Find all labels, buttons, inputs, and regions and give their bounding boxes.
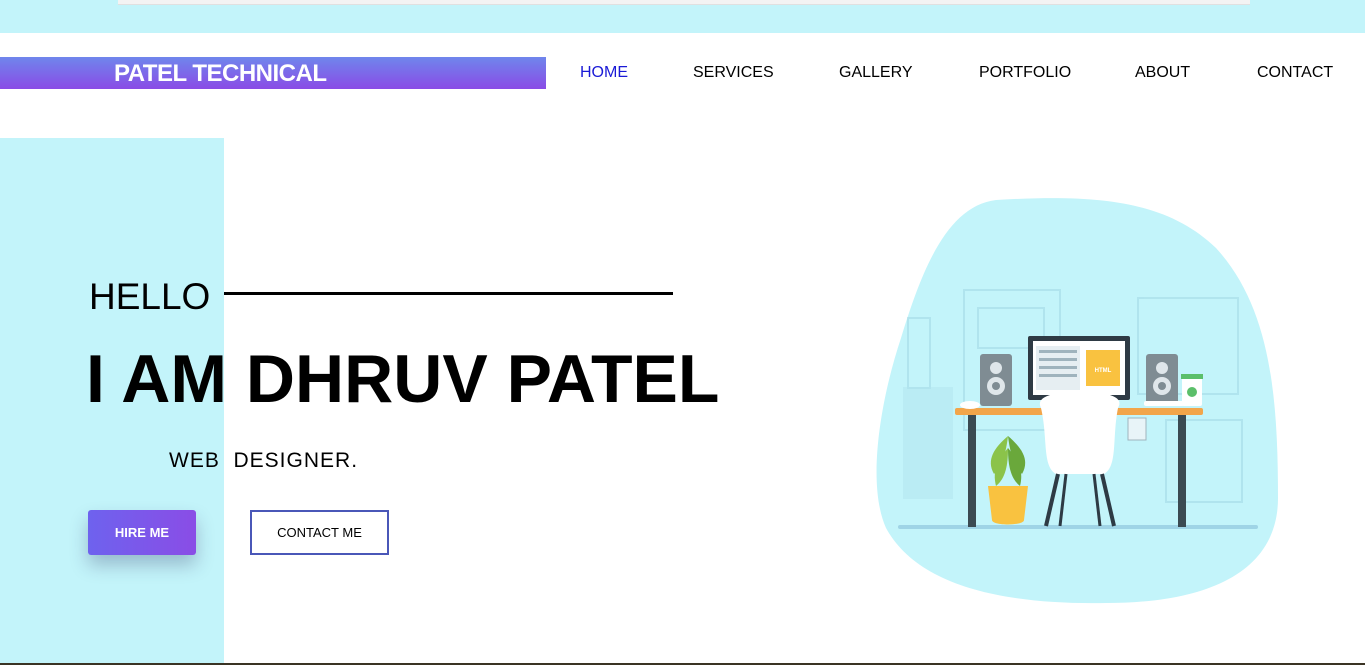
hire-me-button[interactable]: HIRE ME — [88, 510, 196, 555]
nav-item-home[interactable]: HOME — [580, 64, 628, 82]
hero-headline: I AM DHRUV PATEL — [86, 341, 720, 417]
workspace-illustration: HTML — [876, 198, 1278, 604]
nav-item-about[interactable]: ABOUT — [1135, 64, 1190, 82]
nav-item-services[interactable]: SERVICES — [693, 64, 774, 82]
top-strip — [0, 0, 1365, 33]
nav-item-gallery[interactable]: GALLERY — [839, 64, 913, 82]
floor-line — [898, 525, 1258, 529]
hero-greeting: HELLO — [89, 276, 211, 317]
speaker-icon — [980, 354, 1012, 406]
nav-item-contact[interactable]: CONTACT — [1257, 64, 1333, 82]
main-nav: HOME SERVICES GALLERY PORTFOLIO ABOUT CO… — [0, 64, 1365, 84]
hero-role: WEB DESIGNER. — [169, 449, 359, 472]
speaker-icon-right — [1146, 354, 1178, 406]
top-strip-inner — [118, 0, 1250, 5]
monitor-label: HTML — [1095, 368, 1112, 374]
contact-me-button[interactable]: CONTACT ME — [250, 510, 389, 555]
cup-icon — [1181, 374, 1203, 406]
nav-item-portfolio[interactable]: PORTFOLIO — [979, 64, 1071, 82]
greeting-divider — [224, 292, 673, 295]
